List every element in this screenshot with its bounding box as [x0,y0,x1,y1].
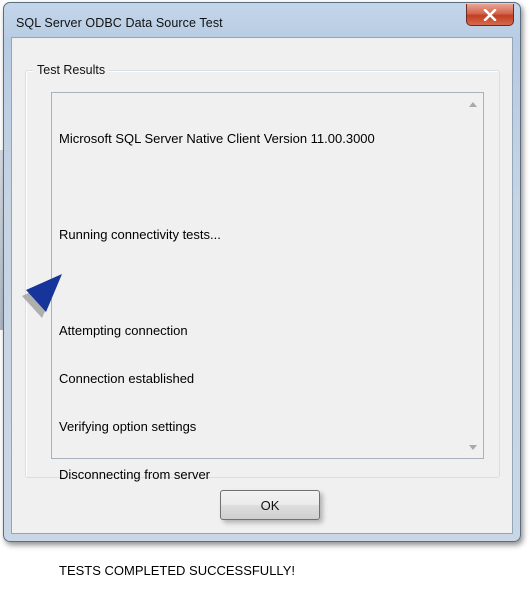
results-line: Connection established [59,371,195,386]
results-line [59,275,459,291]
title-bar[interactable]: SQL Server ODBC Data Source Test [4,3,520,37]
dialog-window: SQL Server ODBC Data Source Test Test Re… [3,2,521,578]
results-line: Attempting connection [59,323,188,338]
scroll-up-arrow-icon[interactable] [466,99,479,109]
results-line: Microsoft SQL Server Native Client Versi… [59,131,375,146]
pointer-arrow-icon [22,274,62,318]
results-line: Disconnecting from server [59,467,210,482]
results-line: Running connectivity tests... [59,227,221,242]
test-results-label: Test Results [33,63,110,77]
results-scrollbar[interactable] [462,93,483,458]
close-button[interactable] [466,4,514,26]
dialog-client-area: Test Results Microsoft SQL Server Native… [11,37,513,578]
close-icon [483,8,497,21]
results-line: Verifying option settings [59,419,197,434]
window-title: SQL Server ODBC Data Source Test [16,16,223,30]
results-line: TESTS COMPLETED SUCCESSFULLY! [59,563,295,578]
results-line [59,179,459,195]
scroll-down-arrow-icon[interactable] [466,442,479,452]
ok-button[interactable]: OK [220,490,320,520]
results-textbox[interactable]: Microsoft SQL Server Native Client Versi… [51,92,484,578]
results-text: Microsoft SQL Server Native Client Versi… [59,99,459,611]
